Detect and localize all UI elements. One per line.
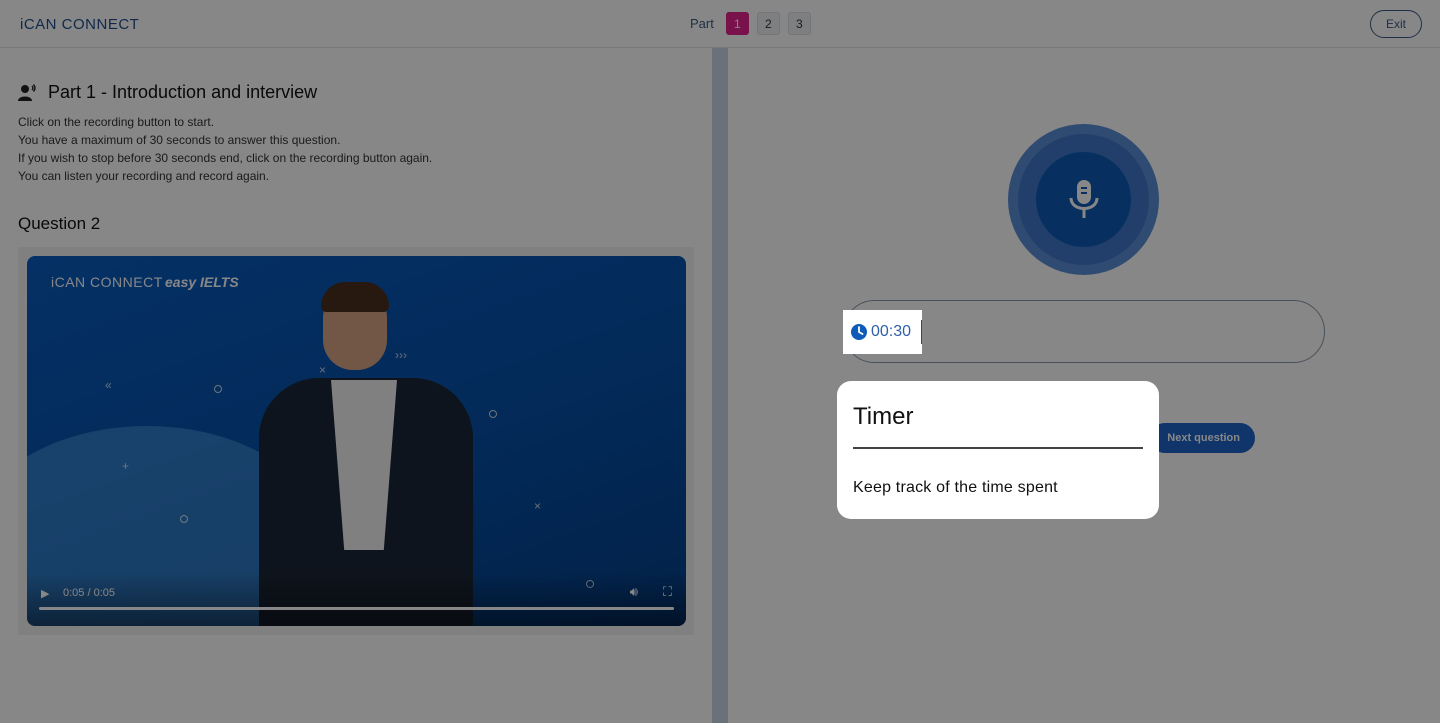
clock-icon bbox=[851, 324, 867, 340]
tooltip-title: Timer bbox=[853, 403, 1143, 449]
timer: 00:30 bbox=[843, 310, 922, 354]
text-caret bbox=[921, 320, 922, 344]
tour-overlay[interactable] bbox=[0, 0, 1440, 723]
tour-tooltip: Timer Keep track of the time spent bbox=[837, 381, 1159, 519]
timer-value: 00:30 bbox=[871, 323, 912, 340]
tooltip-body: Keep track of the time spent bbox=[853, 479, 1058, 496]
